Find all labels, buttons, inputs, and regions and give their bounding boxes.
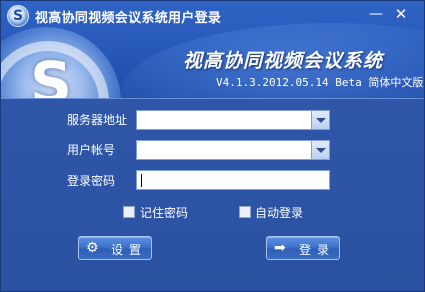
login-window: S S 视高协同视频会议系统用户登录 — ✕ 视高协同视频会议系统 V4.1.3…: [0, 0, 425, 292]
server-label: 服务器地址: [67, 113, 128, 127]
user-account-combobox[interactable]: [136, 140, 330, 160]
version-text: V4.1.3.2012.05.14 Beta 简体中文版: [216, 76, 424, 89]
minimize-button[interactable]: —: [365, 4, 387, 24]
password-label: 登录密码: [67, 174, 116, 188]
settings-button[interactable]: ⚙ 设置: [78, 236, 152, 260]
app-logo-icon: S: [7, 5, 29, 27]
login-button-label: 登录: [299, 243, 336, 257]
arrow-right-icon: ➡: [274, 240, 286, 256]
account-label: 用户帐号: [67, 143, 116, 157]
settings-button-label: 设置: [111, 243, 148, 257]
auto-login-checkbox[interactable]: [239, 206, 251, 218]
account-dropdown-arrow-icon[interactable]: [311, 141, 329, 159]
banner-logo-icon: S: [30, 49, 72, 99]
product-name: 视高协同视频会议系统: [183, 50, 384, 72]
login-form: 服务器地址 用户帐号 登录密码 记住密码 自动登录 ⚙ 设置 ➡ 登录: [1, 99, 424, 291]
password-field[interactable]: [136, 170, 330, 190]
remember-password-label[interactable]: 记住密码: [140, 204, 188, 221]
remember-password-checkbox[interactable]: [123, 206, 135, 218]
text-cursor: [141, 174, 142, 187]
window-title: 视高协同视频会议系统用户登录: [35, 11, 222, 26]
close-button[interactable]: ✕: [390, 4, 412, 24]
auto-login-label[interactable]: 自动登录: [255, 204, 303, 221]
header-banner: S S 视高协同视频会议系统用户登录 — ✕ 视高协同视频会议系统 V4.1.3…: [1, 1, 424, 99]
server-dropdown-arrow-icon[interactable]: [311, 111, 329, 129]
login-button[interactable]: ➡ 登录: [266, 236, 340, 260]
gear-icon: ⚙: [86, 240, 99, 256]
server-address-combobox[interactable]: [136, 110, 330, 130]
